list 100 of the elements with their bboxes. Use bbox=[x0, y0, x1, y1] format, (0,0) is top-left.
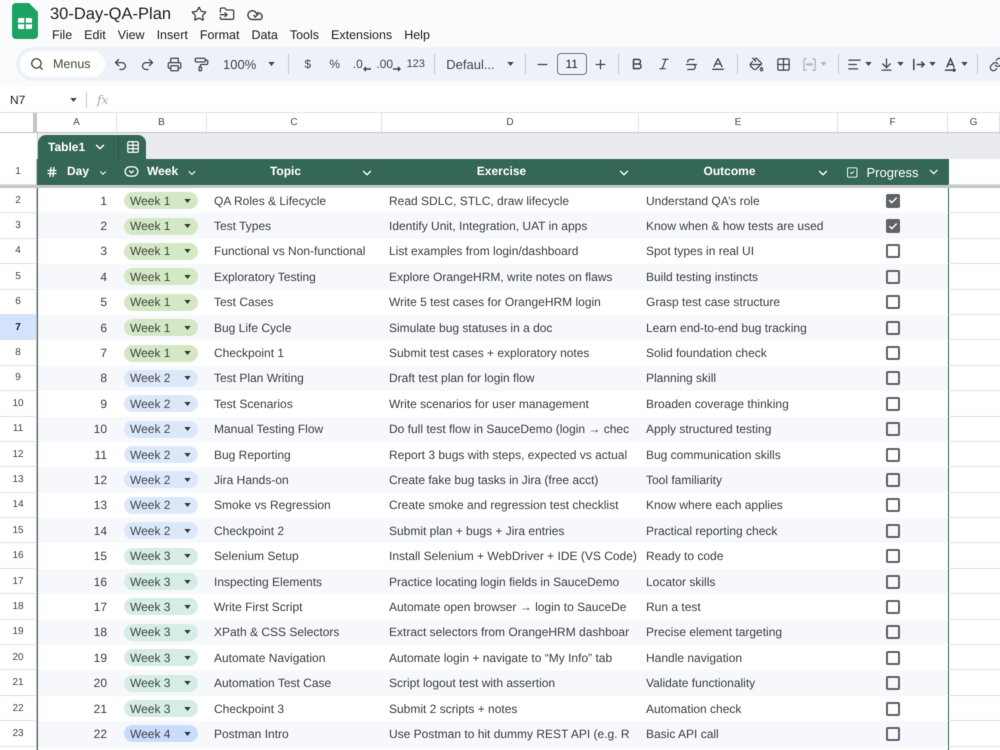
strikethrough-icon[interactable] bbox=[684, 56, 699, 72]
week-chip[interactable]: Week 3 bbox=[124, 700, 198, 717]
menu-item[interactable]: Help bbox=[398, 26, 436, 45]
spreadsheet-icon[interactable] bbox=[12, 3, 38, 39]
checkbox[interactable] bbox=[886, 448, 900, 462]
row-number[interactable]: 21 bbox=[0, 670, 37, 696]
week-chip[interactable]: Week 1 bbox=[124, 319, 198, 336]
row-number[interactable]: 19 bbox=[0, 620, 37, 646]
redo-icon[interactable] bbox=[140, 56, 155, 72]
row-number[interactable]: 5 bbox=[0, 264, 37, 290]
row-number[interactable]: 4 bbox=[0, 238, 37, 264]
undo-icon[interactable] bbox=[113, 56, 128, 72]
checkbox[interactable] bbox=[886, 574, 900, 589]
column-header[interactable]: E bbox=[639, 113, 838, 132]
number-format-button[interactable]: $ bbox=[294, 50, 322, 78]
row-number[interactable]: 6 bbox=[0, 290, 37, 315]
document-title[interactable]: 30-Day-QA-Plan bbox=[50, 4, 172, 24]
checkbox[interactable] bbox=[886, 498, 900, 512]
row-number[interactable]: 3 bbox=[0, 213, 37, 239]
paint-roller-icon[interactable] bbox=[194, 56, 209, 72]
week-chip[interactable]: Week 4 bbox=[124, 725, 198, 742]
increase-decimal-button[interactable]: .00 bbox=[375, 50, 402, 78]
number-format-button[interactable]: 123 bbox=[402, 50, 430, 78]
row-number[interactable]: 8 bbox=[0, 340, 37, 366]
row-number[interactable]: 15 bbox=[0, 518, 37, 544]
checkbox[interactable] bbox=[886, 702, 900, 716]
checkbox[interactable] bbox=[886, 726, 900, 741]
menu-item[interactable]: Insert bbox=[150, 26, 194, 45]
link-icon[interactable] bbox=[988, 56, 1000, 72]
grid-icon[interactable] bbox=[776, 56, 791, 72]
menu-item[interactable]: Tools bbox=[284, 26, 326, 45]
column-header[interactable]: B bbox=[117, 113, 207, 132]
row-number[interactable]: 11 bbox=[0, 416, 37, 442]
row-number[interactable]: 16 bbox=[0, 543, 37, 569]
menu-item[interactable]: View bbox=[112, 26, 151, 45]
row-number[interactable]: 2 bbox=[0, 188, 37, 214]
checkbox[interactable] bbox=[886, 524, 900, 538]
align-left-icon[interactable] bbox=[847, 56, 862, 72]
checkbox[interactable] bbox=[886, 320, 900, 335]
arrow-down-line-icon[interactable] bbox=[879, 56, 894, 72]
column-heading[interactable]: Progress bbox=[838, 159, 948, 185]
letter-arrow-icon[interactable] bbox=[943, 56, 958, 72]
star-icon[interactable] bbox=[191, 6, 208, 22]
row-number[interactable]: 10 bbox=[0, 391, 37, 417]
menu-item[interactable]: Format bbox=[194, 26, 246, 45]
column-heading[interactable]: Outcome bbox=[639, 159, 838, 185]
font-size-field[interactable]: 11 bbox=[556, 53, 587, 75]
row-number[interactable]: 1 bbox=[0, 159, 37, 185]
row-number[interactable]: 9 bbox=[0, 366, 37, 392]
checkbox[interactable] bbox=[886, 676, 900, 690]
merge-cells-icon[interactable] bbox=[802, 56, 818, 72]
row-number[interactable]: 20 bbox=[0, 645, 37, 670]
menu-item[interactable]: Edit bbox=[78, 26, 112, 45]
cloud-check-icon[interactable] bbox=[247, 7, 266, 21]
week-chip[interactable]: Week 3 bbox=[124, 573, 198, 590]
row-number[interactable]: 18 bbox=[0, 594, 37, 620]
folder-arrow-icon[interactable] bbox=[219, 6, 236, 22]
row-number[interactable]: 13 bbox=[0, 467, 37, 493]
week-chip[interactable]: Week 1 bbox=[124, 344, 198, 362]
week-chip[interactable]: Week 1 bbox=[124, 192, 198, 210]
week-chip[interactable]: Week 1 bbox=[124, 268, 198, 286]
checkbox[interactable] bbox=[886, 396, 900, 411]
bar-arrow-icon[interactable] bbox=[911, 56, 926, 72]
column-header[interactable]: C bbox=[207, 113, 382, 132]
column-heading[interactable]: Exercise bbox=[382, 159, 639, 185]
week-chip[interactable]: Week 2 bbox=[124, 420, 198, 438]
column-header[interactable]: G bbox=[948, 113, 1000, 132]
column-heading[interactable]: Topic bbox=[207, 159, 382, 185]
week-chip[interactable]: Week 3 bbox=[124, 548, 198, 565]
checkbox[interactable] bbox=[886, 625, 900, 640]
checkbox[interactable] bbox=[886, 270, 900, 284]
row-number[interactable]: 17 bbox=[0, 568, 37, 594]
week-chip[interactable]: Week 2 bbox=[124, 471, 198, 488]
week-chip[interactable]: Week 1 bbox=[124, 242, 198, 260]
week-chip[interactable]: Week 2 bbox=[124, 446, 198, 464]
checkbox[interactable] bbox=[886, 346, 900, 360]
number-format-button[interactable]: % bbox=[321, 50, 348, 78]
table-name-tab[interactable]: Table1 bbox=[38, 135, 118, 159]
menu-item[interactable]: Extensions bbox=[325, 26, 398, 45]
row-number[interactable]: 7 bbox=[0, 314, 37, 340]
row-number[interactable]: 22 bbox=[0, 696, 37, 722]
checkbox[interactable] bbox=[886, 472, 900, 487]
font-dropdown[interactable]: Defaul... bbox=[440, 50, 520, 78]
name-box[interactable]: N7 bbox=[0, 87, 86, 112]
week-chip[interactable]: Week 2 bbox=[124, 395, 198, 412]
week-chip[interactable]: Week 1 bbox=[124, 218, 198, 235]
baseline-icon[interactable] bbox=[710, 56, 726, 72]
column-heading[interactable]: Day bbox=[37, 159, 117, 185]
menu-item[interactable]: File bbox=[46, 26, 78, 45]
bold-icon[interactable] bbox=[630, 57, 644, 71]
checkbox[interactable] bbox=[886, 371, 900, 386]
week-chip[interactable]: Week 3 bbox=[124, 674, 198, 692]
row-number[interactable]: 12 bbox=[0, 442, 37, 468]
week-chip[interactable]: Week 2 bbox=[124, 522, 198, 540]
paint-bucket-icon[interactable] bbox=[748, 56, 764, 72]
checkbox[interactable] bbox=[886, 244, 900, 258]
decrease-decimal-button[interactable]: .0 bbox=[348, 50, 376, 78]
table-view-button[interactable] bbox=[118, 135, 146, 159]
checkbox[interactable] bbox=[886, 422, 900, 436]
week-chip[interactable]: Week 3 bbox=[124, 598, 198, 616]
